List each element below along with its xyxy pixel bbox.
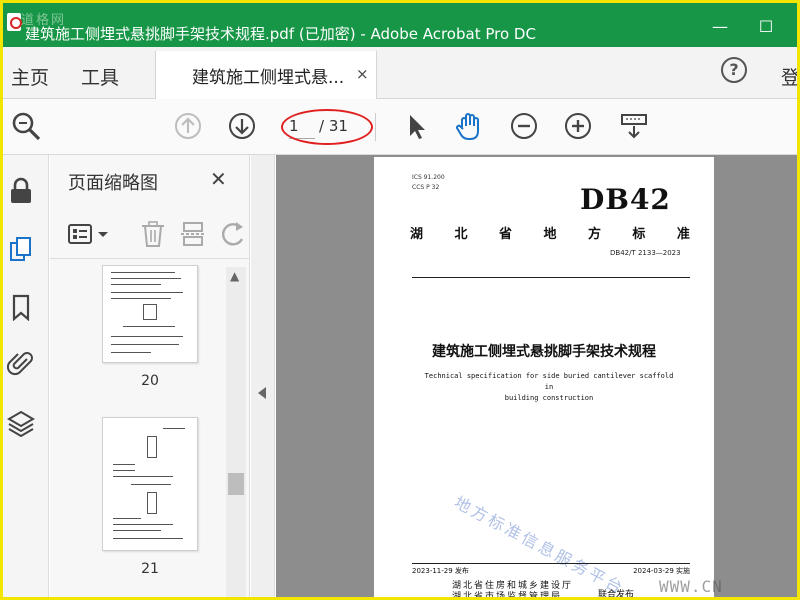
thumbnails-panel: 页面缩略图 ✕ 20 21 ▲ [50,155,250,597]
zoom-search-icon[interactable] [9,109,43,143]
ics-code: ICS 91.200 [412,174,445,181]
menu-tools[interactable]: 工具 [81,63,119,90]
thumbnail-page-number: 21 [141,561,159,577]
document-viewport[interactable]: ICS 91.200 CCS P 32 DB42 湖 北 省 地 方 标 准 D… [276,155,797,600]
publish-date: 2023-11-29 发布 [412,567,469,575]
zoom-out-icon[interactable] [507,109,541,143]
menu-home[interactable]: 主页 [11,63,49,90]
document-tab-label: 建筑施工侧埋式悬... [192,68,345,88]
category-char: 方 [587,227,601,242]
window-title: 建筑施工侧埋式悬挑脚手架技术规程.pdf (已加密) - Adobe Acrob… [25,25,536,43]
previous-page-icon[interactable] [171,109,205,143]
close-panel-icon[interactable]: ✕ [210,167,227,191]
attachment-icon[interactable] [6,349,35,377]
category-char: 标 [632,227,646,242]
annotation-ellipse [281,109,373,145]
title-en-line: Technical specification for side buried … [424,372,674,391]
panel-title: 页面缩略图 [68,173,158,194]
site-watermark-bottom: WWW.CN [659,577,723,596]
toolbar-divider [375,113,376,141]
thumbnail-options-icon[interactable] [66,219,96,249]
document-title-en: Technical specification for side buried … [424,371,674,404]
title-en-line: building construction [504,394,594,402]
hand-tool-icon[interactable] [453,109,487,143]
classification-codes: ICS 91.200 CCS P 32 [412,173,445,193]
issuer-line: 湖北省住房和城乡建设厅 [452,581,574,591]
category-char: 北 [454,227,468,242]
left-nav-rail [3,155,49,597]
scrollbar-thumb[interactable] [228,473,244,495]
header-rule [412,277,690,278]
standard-code: DB42/T 2133—2023 [610,249,681,257]
effective-date: 2024-03-29 实施 [633,567,690,575]
title-bar: 道格网 建筑施工侧埋式悬挑脚手架技术规程.pdf (已加密) - Adobe A… [3,3,797,47]
pdf-page: ICS 91.200 CCS P 32 DB42 湖 北 省 地 方 标 准 D… [374,157,714,600]
lock-icon[interactable] [7,177,35,205]
category-char: 湖 [410,227,424,242]
screenshot-frame: 道格网 建筑施工侧埋式悬挑脚手架技术规程.pdf (已加密) - Adobe A… [0,0,800,600]
thumbnail-scrollbar[interactable]: ▲ [226,267,246,597]
issuer-line: 湖北省市场监督管理局 [452,592,563,600]
category-char: 准 [676,227,690,242]
rotate-page-icon[interactable] [218,219,248,249]
main-toolbar: 1 / 31 [3,99,797,155]
thumbnail-page-number: 20 [141,373,159,389]
bookmark-icon[interactable] [7,293,35,322]
page-thumbnail-20[interactable] [102,265,198,363]
acrobat-app-icon [7,13,22,31]
select-pointer-icon[interactable] [399,109,433,143]
chevron-down-icon[interactable] [96,219,110,249]
panel-collapse-handle[interactable] [251,155,275,597]
layers-icon[interactable] [7,409,35,438]
page-fit-icon[interactable] [617,109,651,143]
joint-release-label: 联合发布 [598,590,635,600]
ccs-code: CCS P 32 [412,184,440,191]
category-char: 省 [498,227,512,242]
maximize-button[interactable]: ☐ [751,17,781,36]
document-tab[interactable]: 建筑施工侧埋式悬... × [155,51,377,99]
minimize-button[interactable]: — [705,17,735,36]
delete-pages-icon[interactable] [138,219,168,249]
login-button[interactable]: 登 [781,63,797,90]
standard-category: 湖 北 省 地 方 标 准 [410,223,690,242]
page-thumbnail-21[interactable] [102,417,198,551]
thumbnail-list: 20 21 [50,265,226,597]
scroll-up-icon[interactable]: ▲ [230,269,239,283]
zoom-in-icon[interactable] [561,109,595,143]
standard-type: DB42 [580,183,671,216]
panel-toolbar [50,211,250,259]
next-page-icon[interactable] [225,109,259,143]
extract-pages-icon[interactable] [178,219,208,249]
issuing-bodies: 湖北省住房和城乡建设厅 湖北省市场监督管理局 [452,581,574,600]
document-title-cn: 建筑施工侧埋式悬挑脚手架技术规程 [432,344,656,360]
date-row: 2023-11-29 发布 2024-03-29 实施 [412,563,690,576]
menu-tab-bar: 主页 工具 建筑施工侧埋式悬... × ? 登 [3,47,797,99]
help-icon[interactable]: ? [721,57,747,83]
page-thumbnails-icon[interactable] [7,235,35,263]
category-char: 地 [543,227,557,242]
collapse-arrow-icon[interactable] [258,387,266,399]
close-tab-icon[interactable]: × [356,65,369,83]
